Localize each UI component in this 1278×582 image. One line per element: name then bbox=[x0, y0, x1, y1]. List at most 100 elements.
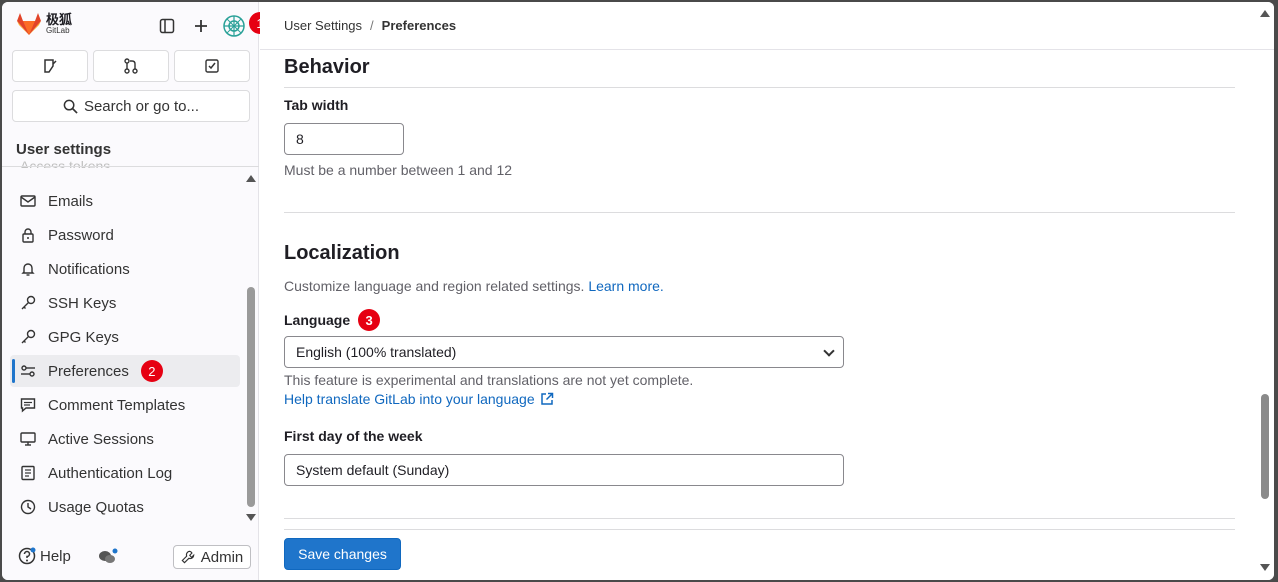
behavior-heading: Behavior bbox=[284, 56, 370, 78]
sidebar-item-preferences[interactable]: Preferences 2 bbox=[10, 355, 240, 387]
localization-heading: Localization bbox=[284, 242, 400, 264]
sidebar-item-label: GPG Keys bbox=[48, 328, 119, 346]
sidebar-item-ssh-keys[interactable]: SSH Keys bbox=[10, 287, 240, 319]
logo-cn: 极狐 bbox=[46, 12, 73, 27]
sidebar-item-active-sessions[interactable]: Active Sessions bbox=[10, 423, 240, 455]
sidebar-toggle-icon bbox=[159, 18, 175, 34]
step-badge-3: 3 bbox=[358, 309, 381, 331]
breadcrumb: User Settings / Preferences bbox=[284, 18, 456, 33]
section-divider bbox=[284, 212, 1235, 213]
merge-requests-button[interactable] bbox=[93, 50, 169, 82]
comment-icon bbox=[20, 397, 36, 413]
create-new-button[interactable] bbox=[189, 14, 213, 38]
sidebar-scrollbar[interactable] bbox=[247, 287, 255, 507]
sidebar-item-label: SSH Keys bbox=[48, 294, 117, 312]
lock-icon bbox=[20, 227, 36, 243]
first-day-select[interactable]: System default (Sunday) bbox=[284, 454, 844, 486]
gitlab-logo[interactable]: 极狐 GitLab bbox=[16, 12, 72, 36]
admin-button[interactable]: Admin bbox=[173, 545, 251, 569]
envelope-icon bbox=[20, 193, 36, 209]
language-help: This feature is experimental and transla… bbox=[284, 372, 694, 388]
sidebar-scroll-down[interactable] bbox=[246, 514, 256, 521]
sidebar-item-password[interactable]: Password bbox=[10, 219, 240, 251]
footer-divider bbox=[284, 529, 1235, 530]
sidebar-item-label: Notifications bbox=[48, 260, 130, 278]
sidebar: 极狐 GitLab 1 bbox=[2, 2, 271, 580]
avatar-icon bbox=[223, 15, 245, 37]
sidebar-scroll-up[interactable] bbox=[246, 175, 256, 182]
page-scrollbar[interactable] bbox=[1261, 394, 1269, 499]
help-icon bbox=[18, 547, 36, 565]
step-badge-2: 2 bbox=[140, 360, 163, 382]
wrench-icon bbox=[181, 550, 195, 564]
translate-link[interactable]: Help translate GitLab into your language bbox=[284, 391, 554, 407]
breadcrumb-separator: / bbox=[370, 18, 374, 33]
user-avatar[interactable] bbox=[222, 14, 246, 38]
help-button[interactable]: Help bbox=[18, 547, 71, 565]
wechat-icon bbox=[99, 548, 118, 563]
main-content: User Settings / Preferences Behavior Tab… bbox=[260, 2, 1274, 580]
tab-width-input[interactable]: 8 bbox=[284, 123, 404, 155]
sidebar-item-label: Preferences bbox=[48, 362, 129, 380]
learn-more-link[interactable]: Learn more. bbox=[588, 278, 663, 294]
sidebar-item-label: Authentication Log bbox=[48, 464, 173, 482]
app-window: 极狐 GitLab 1 bbox=[2, 2, 1274, 580]
breadcrumb-parent[interactable]: User Settings bbox=[284, 18, 362, 33]
external-link-icon bbox=[540, 392, 553, 405]
tanuki-icon bbox=[17, 13, 41, 35]
toggle-sidebar-button[interactable] bbox=[155, 14, 179, 38]
translate-link-text: Help translate GitLab into your language bbox=[284, 391, 535, 407]
todos-button[interactable] bbox=[174, 50, 250, 82]
search-icon bbox=[63, 99, 78, 114]
localization-description: Customize language and region related se… bbox=[284, 278, 664, 294]
sidebar-item-label: Emails bbox=[48, 192, 94, 210]
key-icon bbox=[20, 329, 36, 345]
language-select-value: English (100% translated) bbox=[296, 344, 457, 360]
sidebar-item-usage-quotas[interactable]: Usage Quotas bbox=[10, 491, 240, 523]
wechat-button[interactable] bbox=[98, 548, 118, 569]
preferences-icon bbox=[20, 363, 36, 379]
behavior-divider bbox=[284, 87, 1235, 88]
save-changes-button[interactable]: Save changes bbox=[284, 538, 401, 570]
logo-en: GitLab bbox=[46, 26, 70, 35]
sidebar-item-notifications[interactable]: Notifications bbox=[10, 253, 240, 285]
page-scroll-up[interactable] bbox=[1260, 10, 1270, 17]
language-label-text: Language bbox=[284, 312, 351, 328]
monitor-icon bbox=[20, 431, 36, 447]
page-scroll-down[interactable] bbox=[1260, 564, 1270, 571]
issues-button[interactable] bbox=[12, 50, 88, 82]
sidebar-item-label: Active Sessions bbox=[48, 430, 154, 448]
sidebar-item-emails[interactable]: Emails bbox=[10, 185, 240, 217]
localization-description-text: Customize language and region related se… bbox=[284, 278, 585, 294]
issues-icon bbox=[44, 59, 57, 73]
language-select[interactable]: English (100% translated) bbox=[284, 336, 844, 368]
quota-icon bbox=[20, 499, 36, 515]
tab-width-help: Must be a number between 1 and 12 bbox=[284, 162, 513, 178]
section-divider bbox=[2, 166, 259, 167]
breadcrumb-current[interactable]: Preferences bbox=[382, 18, 456, 33]
log-icon bbox=[20, 465, 36, 481]
todo-icon bbox=[205, 59, 219, 73]
logo-text: 极狐 GitLab bbox=[46, 13, 72, 35]
sidebar-item-comment-templates[interactable]: Comment Templates bbox=[10, 389, 240, 421]
sidebar-item-gpg-keys[interactable]: GPG Keys bbox=[10, 321, 240, 353]
top-bar: User Settings / Preferences bbox=[260, 2, 1274, 50]
merge-request-icon bbox=[124, 58, 138, 74]
chevron-down-icon bbox=[823, 345, 835, 357]
help-label: Help bbox=[40, 547, 71, 565]
first-day-label: First day of the week bbox=[284, 428, 423, 444]
sidebar-item-label: Comment Templates bbox=[48, 396, 186, 414]
sidebar-item-label: Usage Quotas bbox=[48, 498, 144, 516]
key-icon bbox=[20, 295, 36, 311]
admin-label: Admin bbox=[200, 548, 244, 566]
tab-width-label: Tab width bbox=[284, 97, 349, 113]
sidebar-item-label: Password bbox=[48, 226, 114, 244]
bell-icon bbox=[20, 261, 36, 277]
language-label: Language 3 bbox=[284, 309, 381, 331]
search-label: Search or go to... bbox=[83, 97, 200, 115]
section-divider bbox=[284, 518, 1235, 519]
search-button[interactable]: Search or go to... bbox=[12, 90, 250, 122]
plus-icon bbox=[195, 20, 207, 32]
sidebar-item-authentication-log[interactable]: Authentication Log bbox=[10, 457, 240, 489]
sidebar-section-title: User settings bbox=[16, 141, 112, 158]
